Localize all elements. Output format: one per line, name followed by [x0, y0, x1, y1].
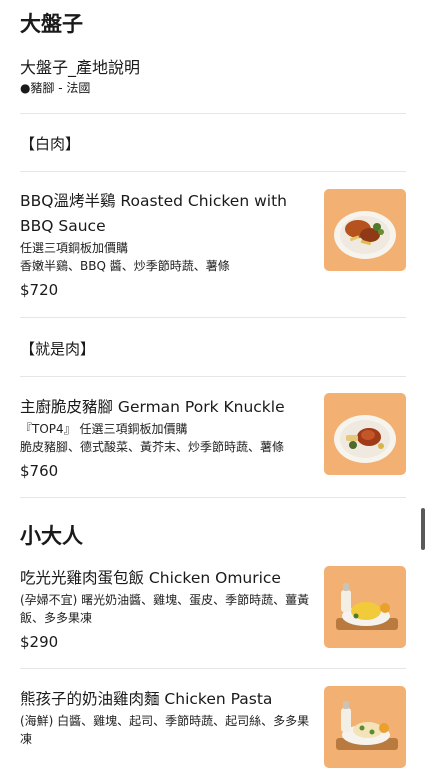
item-description: 脆皮豬腳、德式酸菜、黃芥末、炒季節時蔬、薯條: [20, 440, 285, 454]
scrollbar[interactable]: [421, 508, 425, 550]
item-name: 吃光光雞肉蛋包飯 Chicken Omurice: [20, 569, 281, 587]
food-image: [324, 566, 406, 648]
divider: [20, 171, 406, 172]
divider: [20, 376, 406, 377]
item-description: 任選三項銅板加價購: [20, 241, 129, 255]
menu-item-pork-knuckle[interactable]: 主廚脆皮豬腳 German Pork Knuckle 『TOP4』 任選三項銅板…: [20, 393, 406, 480]
divider: [20, 113, 406, 114]
item-description: 『TOP4』 任選三項銅板加價購: [20, 422, 188, 436]
item-name: 熊孩子的奶油雞肉麵 Chicken Pasta: [20, 690, 273, 708]
origin-title: 大盤子_產地說明: [20, 58, 141, 77]
food-image: [324, 686, 406, 768]
item-price: $720: [20, 281, 59, 299]
item-description: (孕婦不宜) 曙光奶油醬、雞塊、蛋皮、季節時蔬、薑黃飯、多多果凍: [20, 593, 310, 625]
item-name: BBQ溫烤半鷄 Roasted Chicken with BBQ Sauce: [20, 192, 287, 235]
section-title: 大盤子: [20, 12, 83, 36]
item-description: 香嫩半鷄、BBQ 醬、炒季節時蔬、薯條: [20, 259, 230, 273]
divider: [20, 497, 406, 498]
menu-item-chicken-omurice[interactable]: 吃光光雞肉蛋包飯 Chicken Omurice (孕婦不宜) 曙光奶油醬、雞塊…: [20, 566, 406, 651]
menu-item-chicken-pasta[interactable]: 熊孩子的奶油雞肉麵 Chicken Pasta (海鮮) 白醬、雞塊、起司、季節…: [20, 686, 406, 768]
item-description: (海鮮) 白醬、雞塊、起司、季節時蔬、起司絲、多多果凍: [20, 714, 310, 746]
divider: [20, 317, 406, 318]
food-image: [324, 189, 406, 271]
section-title: 小大人: [20, 524, 83, 548]
item-name: 主廚脆皮豬腳 German Pork Knuckle: [20, 398, 285, 416]
food-image: [324, 393, 406, 475]
divider: [20, 668, 406, 669]
origin-text: ●豬腳 - 法國: [20, 81, 91, 95]
menu-item-roasted-chicken[interactable]: BBQ溫烤半鷄 Roasted Chicken with BBQ Sauce 任…: [20, 189, 406, 299]
category-heading: 【白肉】: [20, 135, 81, 153]
category-heading: 【就是肉】: [20, 340, 96, 358]
